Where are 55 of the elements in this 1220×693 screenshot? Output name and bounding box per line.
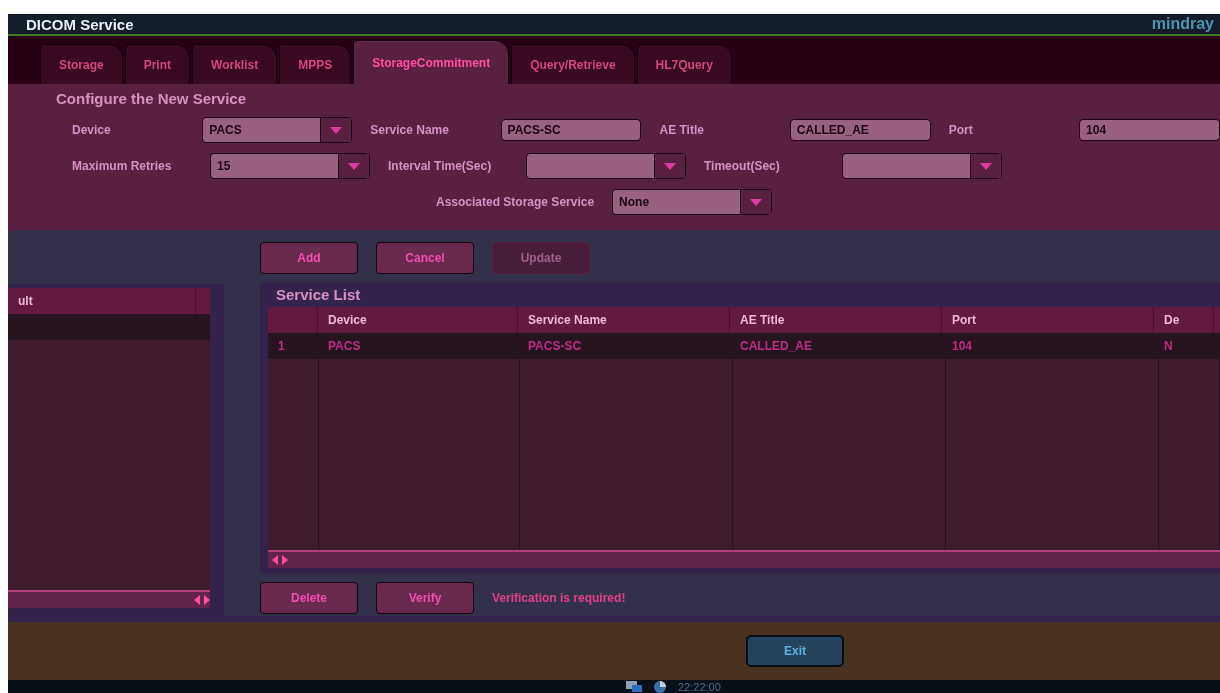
dropdown-value: PACS [208, 122, 243, 139]
dropdown[interactable]: PACS [202, 117, 353, 143]
table-row[interactable]: 1 PACS PACS-SC CALLED_AE 104 N [268, 333, 1220, 359]
table-cell: 1 [268, 333, 318, 359]
input-field[interactable]: 104 [1079, 119, 1220, 141]
windows-icon[interactable] [626, 681, 642, 692]
dropdown[interactable]: 15 [210, 153, 370, 179]
action-button[interactable]: Verify [376, 582, 474, 614]
tab[interactable]: Storage [40, 44, 123, 84]
field-label: Port [948, 123, 974, 137]
tab[interactable]: StorageCommitment [353, 40, 510, 84]
scroll-left-icon[interactable] [272, 555, 278, 565]
table-cell: PACS [318, 333, 518, 359]
action-button[interactable]: Delete [260, 582, 358, 614]
dropdown[interactable] [526, 153, 686, 179]
dropdown[interactable]: None [612, 189, 773, 215]
caret-icon [980, 162, 992, 170]
table-cell: PACS-SC [518, 333, 730, 359]
dropdown-value: None [618, 194, 651, 211]
tab[interactable]: HL7Query [636, 44, 732, 84]
table-cell: N [1154, 333, 1214, 359]
field-label: Timeout(Sec) [704, 159, 781, 173]
status-message: Verification is required! [492, 591, 626, 605]
input-field[interactable]: PACS-SC [500, 119, 642, 141]
tab[interactable]: Worklist [192, 44, 278, 84]
pie-icon[interactable] [654, 680, 666, 693]
tab[interactable]: Query/Retrieve [511, 44, 635, 84]
input-field[interactable]: CALLED_AE [789, 119, 931, 141]
table-cell: CALLED_AE [730, 333, 942, 359]
caret-icon [330, 126, 343, 134]
exit-button[interactable]: Exit [746, 635, 844, 667]
field-label: Interval Time(Sec) [388, 159, 493, 173]
clock: 22:22:00 [678, 680, 721, 693]
tab[interactable]: Print [124, 44, 191, 84]
caret-icon [750, 198, 763, 206]
table-cell: 104 [942, 333, 1154, 359]
field-label: Service Name [370, 123, 450, 137]
scroll-right-icon[interactable] [282, 555, 288, 565]
caret-icon [348, 162, 360, 170]
logo: mindray [1151, 15, 1214, 33]
section-title: Configure the New Service [56, 90, 248, 107]
dropdown[interactable] [842, 153, 1002, 179]
field-label: Maximum Retries [72, 159, 173, 173]
tab[interactable]: MPPS [279, 44, 352, 84]
action-button[interactable]: Add [260, 242, 358, 274]
action-button[interactable]: Cancel [376, 242, 474, 274]
field-label: Associated Storage Service [436, 195, 595, 209]
caret-icon [664, 162, 676, 170]
window-title: DICOM Service [26, 15, 134, 33]
scroll-left-icon[interactable] [194, 595, 200, 605]
field-label: AE Title [659, 123, 705, 137]
field-label: Device [72, 123, 112, 137]
scroll-right-icon[interactable] [204, 595, 210, 605]
section-title: Service List [275, 286, 362, 305]
dropdown-value: 15 [216, 158, 232, 175]
